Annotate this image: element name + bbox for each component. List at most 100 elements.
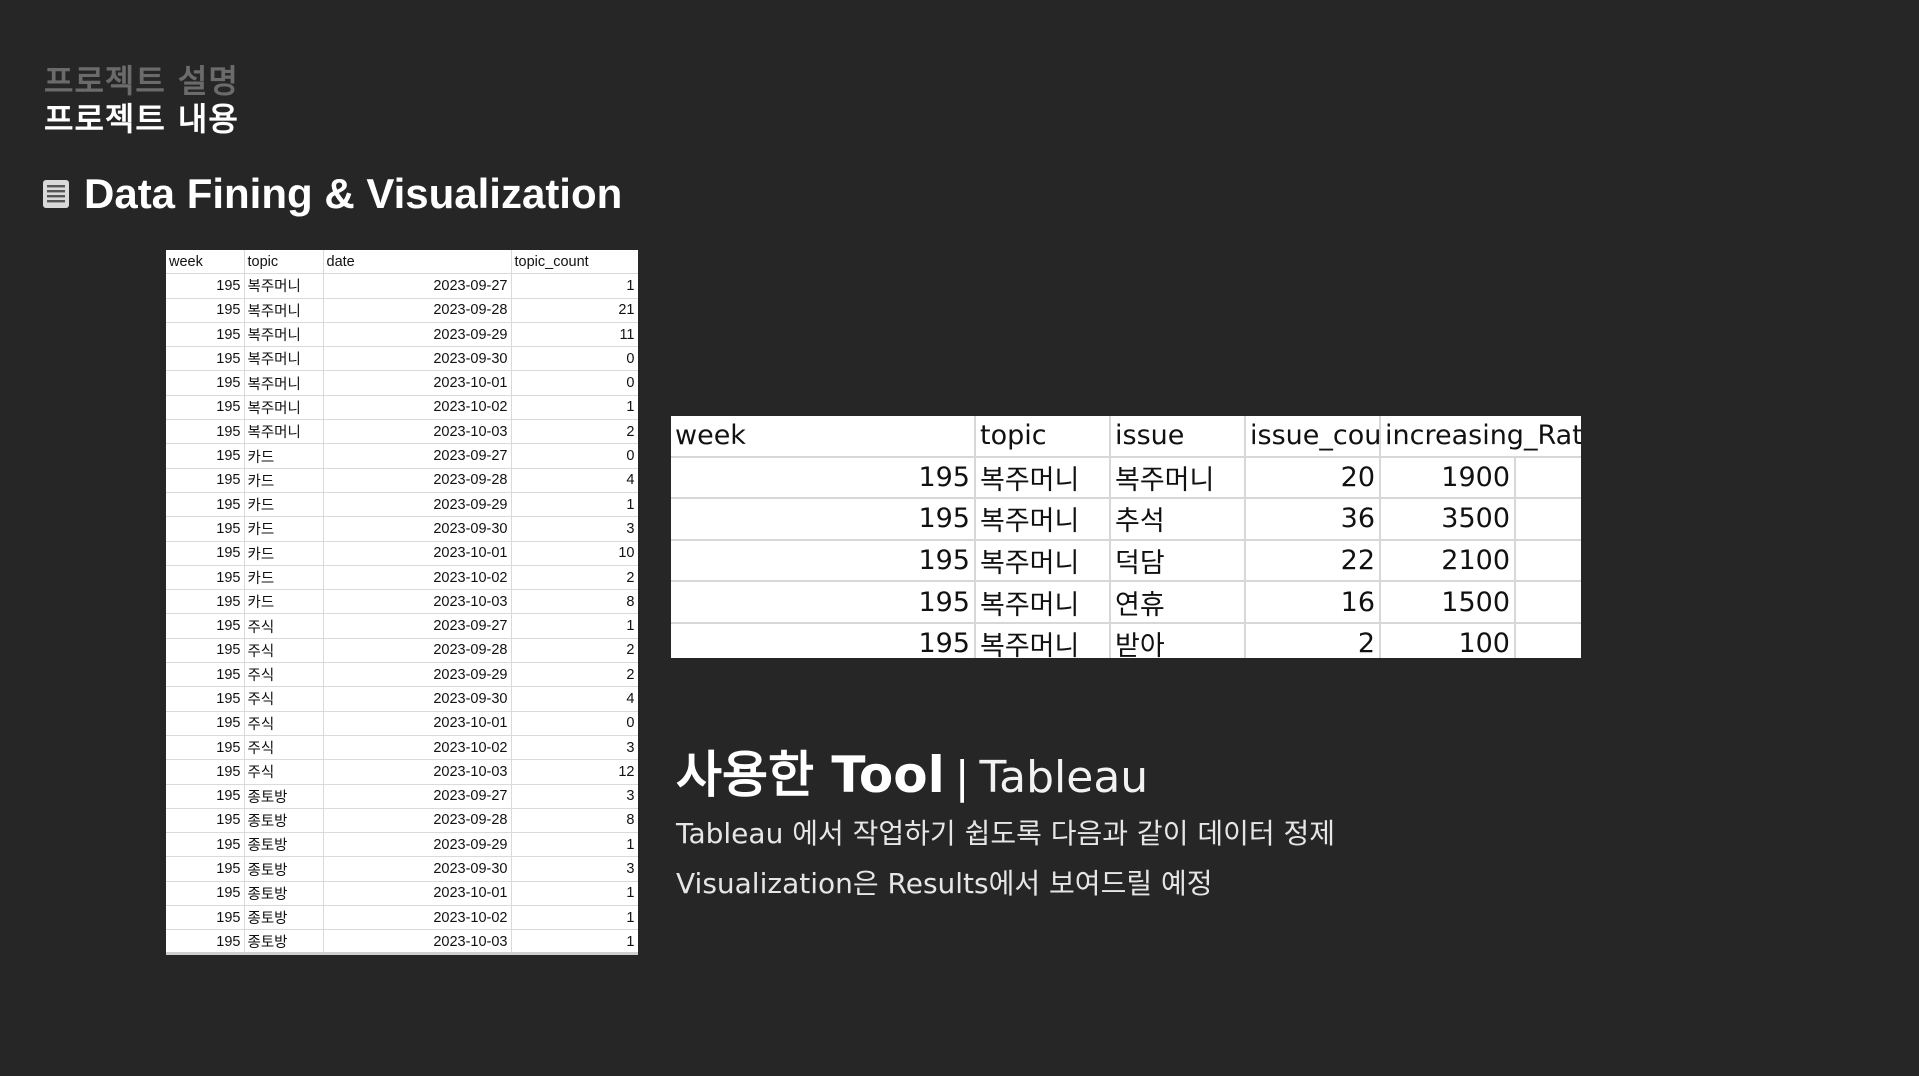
table-cell: 195 (166, 662, 245, 688)
table-cell: 2 (511, 638, 638, 664)
table-cell: 2023-10-03 (323, 759, 512, 785)
table-cell: 195 (166, 273, 245, 299)
table-row: 195 복주머니 복주머니 20 1900 (671, 456, 1581, 500)
table-cell: 0 (511, 443, 638, 469)
table-cell: 카드 (244, 468, 324, 493)
table-row: 195 카드 2023-10-03 8 (166, 589, 638, 615)
description-line-2: Visualization은 Results에서 보여드릴 예정 (676, 867, 1213, 900)
table-cell: 195 (166, 298, 245, 323)
table-row: 195 카드 2023-09-29 1 (166, 492, 638, 518)
table-cell: 2023-09-30 (323, 516, 512, 542)
table-header-row: week topic date topic_count (166, 250, 638, 275)
tool-separator: | (954, 752, 970, 803)
table-cell: 100 (1380, 622, 1516, 658)
table-cell: 복주머니 (244, 419, 324, 445)
table-cell: 2023-09-28 (323, 298, 512, 323)
table-cell: 주식 (244, 759, 324, 785)
table-row: 195 카드 2023-09-30 3 (166, 516, 638, 542)
table-cell: 추석 (1110, 498, 1246, 541)
table-cell: 2023-09-30 (323, 856, 512, 882)
table-row: 195 종토방 2023-10-03 1 (166, 929, 638, 955)
table-cell: 종토방 (244, 881, 324, 907)
table-cell: 주식 (244, 613, 324, 639)
table-cell: 2023-09-29 (323, 492, 512, 518)
column-header: topic (975, 416, 1111, 458)
empty-cell (1515, 498, 1581, 541)
table-cell: 2023-09-27 (323, 784, 512, 809)
table-cell: 복주머니 (975, 581, 1111, 624)
table-cell: 덕담 (1110, 539, 1246, 583)
table-row: 195 복주머니 연휴 16 1500 (671, 581, 1581, 624)
table-cell: 2023-10-01 (323, 881, 512, 907)
table-cell: 1 (511, 905, 638, 931)
document-icon (43, 180, 69, 208)
table-cell: 2023-10-01 (323, 370, 512, 396)
table-cell: 195 (166, 784, 245, 809)
table-cell: 195 (166, 346, 245, 372)
table-cell: 195 (166, 929, 245, 955)
table-cell: 4 (511, 468, 638, 493)
table-cell: 195 (166, 856, 245, 882)
table-row: 195 카드 2023-10-01 10 (166, 541, 638, 566)
table-cell: 복주머니 (1110, 456, 1246, 500)
table-row: 195 복주머니 2023-09-30 0 (166, 346, 638, 372)
table-row: 195 주식 2023-09-30 4 (166, 686, 638, 712)
table-cell: 2023-09-29 (323, 662, 512, 688)
table-cell: 195 (166, 492, 245, 518)
table-cell: 주식 (244, 711, 324, 736)
table-cell: 복주머니 (975, 622, 1111, 658)
table-cell: 2 (511, 662, 638, 688)
table-cell: 10 (511, 541, 638, 566)
table-cell: 1 (511, 832, 638, 858)
table-cell: 2023-10-03 (323, 589, 512, 615)
table-cell: 195 (166, 735, 245, 761)
table-row: 195 카드 2023-09-27 0 (166, 443, 638, 469)
table-cell: 195 (166, 395, 245, 421)
table-cell: 2100 (1380, 539, 1516, 583)
table-cell: 2023-10-02 (323, 735, 512, 761)
table-row: 195 주식 2023-10-03 12 (166, 759, 638, 785)
table-row: 195 종토방 2023-09-30 3 (166, 856, 638, 882)
table-cell: 3 (511, 856, 638, 882)
table-cell: 2023-09-29 (323, 322, 512, 348)
table-row: 195 복주머니 2023-10-01 0 (166, 370, 638, 396)
table-cell: 2 (1245, 622, 1381, 658)
table-cell: 주식 (244, 735, 324, 761)
table-cell: 195 (166, 468, 245, 493)
table-row: 195 종토방 2023-09-27 3 (166, 784, 638, 809)
table-cell: 2023-09-29 (323, 832, 512, 858)
table-row: 195 종토방 2023-09-28 8 (166, 808, 638, 834)
table-cell: 0 (511, 346, 638, 372)
table-row: 195 주식 2023-09-27 1 (166, 613, 638, 639)
empty-cell (1515, 456, 1581, 500)
table-cell: 12 (511, 759, 638, 785)
table-cell: 복주머니 (244, 346, 324, 372)
column-header: week (671, 416, 976, 458)
table-header-row: week topic issue issue_cour increasing_R… (671, 416, 1581, 458)
column-header: increasing_Rate (1380, 416, 1581, 458)
table-cell: 3500 (1380, 498, 1516, 541)
table-cell: 195 (166, 905, 245, 931)
column-header: topic_count (511, 250, 638, 275)
table-cell: 카드 (244, 516, 324, 542)
table-cell: 복주머니 (975, 539, 1111, 583)
table-cell: 195 (166, 541, 245, 566)
tool-name: Tableau (979, 752, 1149, 803)
empty-cell (1515, 581, 1581, 624)
table-cell: 195 (166, 443, 245, 469)
description-line-1: Tableau 에서 작업하기 쉽도록 다음과 같이 데이터 정제 (676, 817, 1336, 850)
table-cell: 복주머니 (244, 298, 324, 323)
table-cell: 195 (166, 613, 245, 639)
tool-label: 사용한 Tool (676, 746, 945, 804)
table-cell: 195 (166, 832, 245, 858)
table-cell: 주식 (244, 686, 324, 712)
nav-current-section: 프로젝트 내용 (44, 100, 239, 138)
table-cell: 카드 (244, 492, 324, 518)
table-cell: 195 (166, 370, 245, 396)
table-cell: 20 (1245, 456, 1381, 500)
table-cell: 195 (166, 638, 245, 664)
table-cell: 195 (671, 539, 976, 583)
table-cell: 복주머니 (975, 456, 1111, 500)
table-row: 195 복주머니 받아 2 100 (671, 622, 1581, 658)
table-cell: 1500 (1380, 581, 1516, 624)
